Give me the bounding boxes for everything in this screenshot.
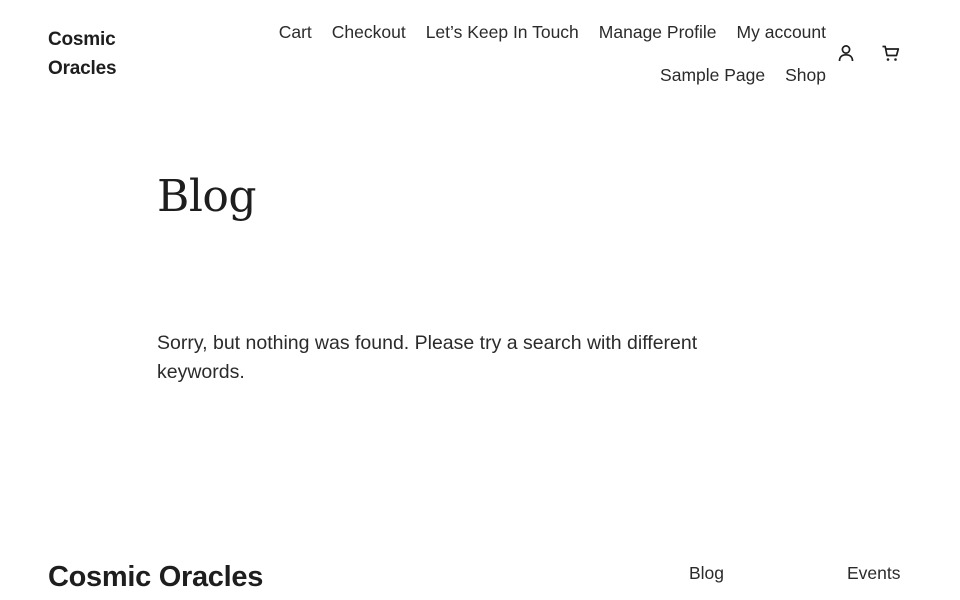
nav-item-checkout[interactable]: Checkout	[332, 18, 406, 47]
nav-item-cart[interactable]: Cart	[279, 18, 312, 47]
no-results-message: Sorry, but nothing was found. Please try…	[157, 332, 698, 383]
header-icons	[835, 42, 902, 64]
site-title[interactable]: Cosmic Oracles	[48, 25, 168, 83]
footer-link-blog[interactable]: Blog	[689, 560, 724, 586]
page: Cosmic Oracles Cart Checkout Let’s Keep …	[0, 0, 960, 600]
footer-link-events[interactable]: Events	[847, 560, 901, 586]
cart-icon	[882, 45, 900, 61]
nav-item-my-account[interactable]: My account	[737, 18, 826, 47]
cart-button[interactable]	[880, 42, 902, 64]
nav-item-manage-profile[interactable]: Manage Profile	[599, 18, 717, 47]
nav-item-shop[interactable]: Shop	[785, 61, 826, 90]
primary-navigation: Cart Checkout Let’s Keep In Touch Manage…	[230, 18, 826, 90]
page-title: Blog	[157, 171, 257, 222]
nav-item-sample-page[interactable]: Sample Page	[660, 61, 765, 90]
footer-site-title[interactable]: Cosmic Oracles	[48, 557, 263, 597]
nav-item-lets-keep-in-touch[interactable]: Let’s Keep In Touch	[426, 18, 579, 47]
account-icon	[838, 45, 854, 62]
account-button[interactable]	[835, 42, 857, 64]
